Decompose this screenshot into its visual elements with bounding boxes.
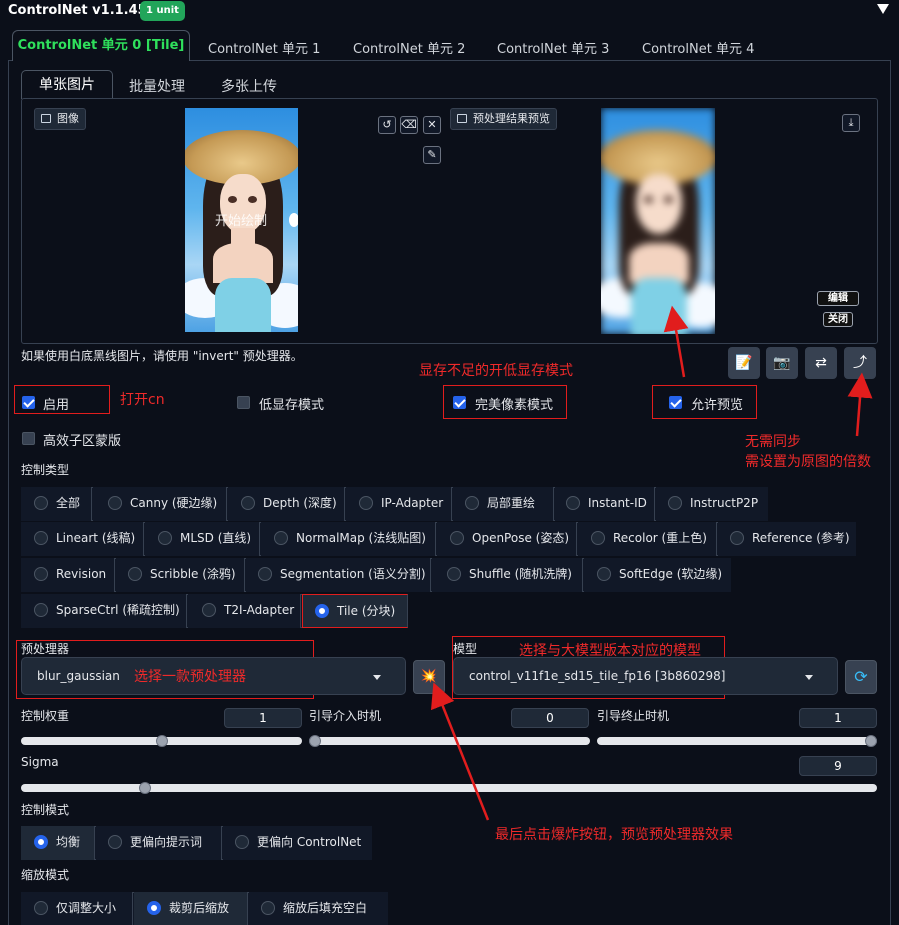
- control-type-segmentation[interactable]: Segmentation (语义分割): [246, 558, 431, 592]
- input-image[interactable]: 开始绘制: [185, 108, 298, 332]
- allow-preview-checkbox[interactable]: [669, 396, 682, 409]
- pixel-perfect-checkbox[interactable]: [453, 396, 466, 409]
- control-type-tile[interactable]: Tile (分块): [302, 594, 408, 628]
- control-type-reference[interactable]: Reference (参考): [718, 522, 856, 556]
- unit-count-badge: 1 unit: [140, 1, 185, 21]
- control-type-normalmap[interactable]: NormalMap (法线贴图): [261, 522, 436, 556]
- control-mode-prompt[interactable]: 更偏向提示词: [96, 826, 222, 860]
- low-vram-checkbox[interactable]: [237, 396, 250, 409]
- control-type-shuffle[interactable]: Shuffle (随机洗牌): [432, 558, 583, 592]
- control-type-mlsd[interactable]: MLSD (直线): [145, 522, 260, 556]
- start-input[interactable]: 0: [511, 708, 589, 728]
- close-preview-button[interactable]: 关闭: [823, 312, 853, 327]
- image-label-chip: 图像: [34, 108, 86, 130]
- control-type-revision[interactable]: Revision: [21, 558, 115, 592]
- image-icon: [41, 114, 51, 123]
- image-panel: [21, 98, 878, 344]
- control-type-openpose[interactable]: OpenPose (姿态): [437, 522, 577, 556]
- resize-mode-just-resize[interactable]: 仅调整大小: [21, 892, 133, 925]
- swap-icon[interactable]: ⇄: [805, 347, 837, 379]
- control-mode-balanced[interactable]: 均衡: [21, 826, 95, 860]
- control-type-softedge[interactable]: SoftEdge (软边缘): [584, 558, 731, 592]
- eraser-icon[interactable]: ⌫: [400, 116, 418, 134]
- control-type-canny[interactable]: Canny (硬边缘): [93, 487, 227, 521]
- control-type-all[interactable]: 全部: [21, 487, 92, 521]
- end-input[interactable]: 1: [799, 708, 877, 728]
- cursor-handle-icon: [289, 213, 298, 227]
- tab-unit-3[interactable]: ControlNet 单元 3: [497, 38, 609, 57]
- start-slider-handle[interactable]: [309, 735, 321, 747]
- undo-icon[interactable]: ↺: [378, 116, 396, 134]
- model-label: 模型: [453, 642, 478, 656]
- low-vram-label: 低显存模式: [259, 398, 325, 413]
- effective-region-label: 高效子区蒙版: [43, 434, 122, 449]
- control-type-instant-id[interactable]: Instant-ID: [555, 487, 655, 521]
- camera-icon[interactable]: 📷: [766, 347, 798, 379]
- control-type-t2i-adapter[interactable]: T2I-Adapter: [188, 594, 301, 628]
- annotation-choose-preprocessor: 选择一款预处理器: [134, 669, 246, 685]
- image-icon: [457, 114, 467, 123]
- control-type-instructp2p[interactable]: InstructP2P: [656, 487, 768, 521]
- tab-unit-4[interactable]: ControlNet 单元 4: [642, 38, 754, 57]
- annotation-enable-cn: 打开cn: [120, 392, 165, 408]
- end-label: 引导终止时机: [597, 709, 670, 723]
- collapse-icon[interactable]: [877, 4, 889, 14]
- control-type-scribble[interactable]: Scribble (涂鸦): [116, 558, 245, 592]
- control-type-recolor[interactable]: Recolor (重上色): [578, 522, 717, 556]
- control-type-label: 控制类型: [21, 463, 70, 477]
- preprocessor-label: 预处理器: [21, 642, 70, 656]
- enable-label: 启用: [43, 398, 70, 413]
- control-mode-controlnet[interactable]: 更偏向 ControlNet: [223, 826, 372, 860]
- pixel-perfect-label: 完美像素模式: [475, 398, 554, 413]
- annotation-multiple: 需设置为原图的倍数: [745, 454, 871, 470]
- brush-icon[interactable]: ✎: [423, 146, 441, 164]
- invert-hint: 如果使用白底黑线图片，请使用 "invert" 预处理器。: [21, 349, 303, 363]
- annotation-no-sync: 无需同步: [745, 434, 801, 450]
- enable-checkbox[interactable]: [22, 396, 35, 409]
- control-type-depth[interactable]: Depth (深度): [228, 487, 345, 521]
- chevron-down-icon: [805, 675, 813, 680]
- control-type-lineart[interactable]: Lineart (线稿): [21, 522, 144, 556]
- chevron-down-icon: [373, 675, 381, 680]
- annotation-low-vram: 显存不足的开低显存模式: [419, 363, 573, 379]
- preview-image: [601, 108, 715, 334]
- tab-single-image[interactable]: 单张图片: [21, 70, 113, 99]
- sigma-input[interactable]: 9: [799, 756, 877, 776]
- start-label: 引导介入时机: [309, 709, 382, 723]
- download-icon[interactable]: ⤓: [842, 114, 860, 132]
- control-type-ip-adapter[interactable]: IP-Adapter: [346, 487, 452, 521]
- explode-icon[interactable]: 💥: [413, 660, 445, 694]
- resize-mode-label: 缩放模式: [21, 868, 70, 882]
- annotation-explode: 最后点击爆炸按钮，预览预处理器效果: [495, 827, 733, 843]
- resize-mode-fill[interactable]: 缩放后填充空白: [249, 892, 388, 925]
- weight-input[interactable]: 1: [224, 708, 302, 728]
- resize-mode-crop[interactable]: 裁剪后缩放: [134, 892, 248, 925]
- tab-multi-upload[interactable]: 多张上传: [221, 76, 277, 96]
- doc-icon[interactable]: 📝: [728, 347, 760, 379]
- end-slider-handle[interactable]: [865, 735, 877, 747]
- model-dropdown[interactable]: control_v11f1e_sd15_tile_fp16 [3b860298]: [453, 657, 838, 695]
- draw-overlay-text: 开始绘制: [215, 214, 268, 229]
- weight-label: 控制权重: [21, 709, 70, 723]
- edit-button[interactable]: 编辑: [817, 291, 859, 306]
- start-slider-track[interactable]: [309, 737, 590, 745]
- allow-preview-label: 允许预览: [691, 398, 744, 413]
- control-type-inpaint[interactable]: 局部重绘: [453, 487, 554, 521]
- close-icon[interactable]: ✕: [423, 116, 441, 134]
- tab-unit-2[interactable]: ControlNet 单元 2: [353, 38, 465, 57]
- tab-batch[interactable]: 批量处理: [129, 76, 185, 96]
- tab-unit-0[interactable]: ControlNet 单元 0 [Tile]: [12, 30, 190, 61]
- control-mode-label: 控制模式: [21, 803, 70, 817]
- effective-region-checkbox[interactable]: [22, 432, 35, 445]
- sigma-label: Sigma: [21, 755, 59, 769]
- send-dimensions-icon[interactable]: ⤴: [844, 347, 876, 379]
- end-slider-track[interactable]: [597, 737, 877, 745]
- tab-unit-1[interactable]: ControlNet 单元 1: [208, 38, 320, 57]
- weight-slider-handle[interactable]: [155, 735, 168, 747]
- control-type-sparsectrl[interactable]: SparseCtrl (稀疏控制): [21, 594, 187, 628]
- preview-label-chip: 预处理结果预览: [450, 108, 557, 130]
- app-title: ControlNet v1.1.455: [8, 3, 156, 18]
- refresh-icon[interactable]: ⟳: [845, 660, 877, 694]
